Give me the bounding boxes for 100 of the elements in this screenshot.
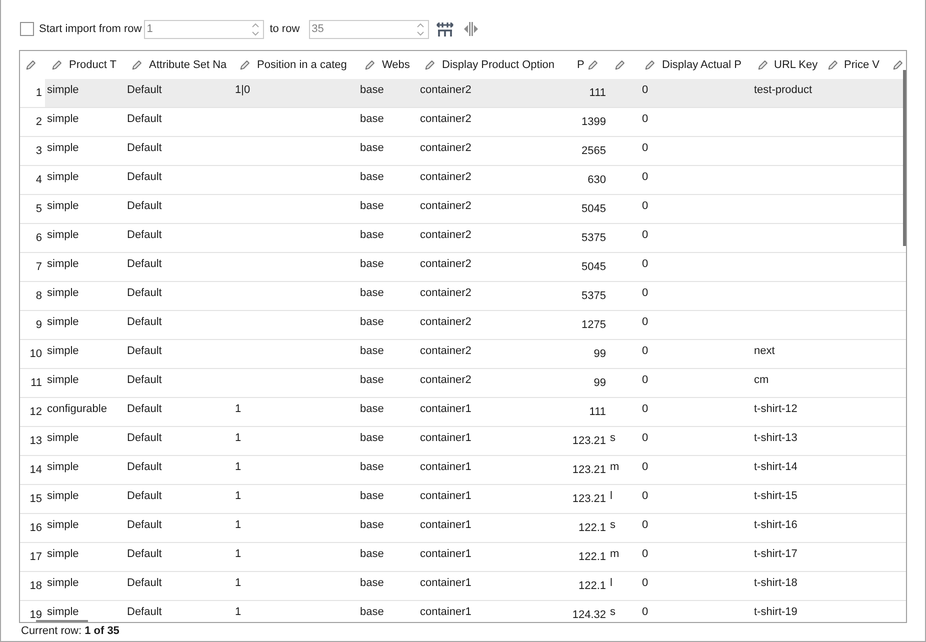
column-header[interactable]: Product T [69, 58, 116, 72]
table-cell: 0 [642, 432, 648, 444]
table-cell: t-shirt-17 [754, 548, 798, 560]
table-row[interactable]: 2 simple Default base container2 1399 0 [20, 108, 906, 137]
table-cell: simple [47, 577, 79, 589]
table-cell: container1 [420, 432, 472, 444]
table-cell: container1 [420, 490, 472, 502]
table-row[interactable]: 13 simple Default 1 base container1 123.21 s 0 t-shirt-13 [20, 427, 906, 456]
table-cell: s [610, 606, 616, 618]
pencil-icon[interactable] [758, 60, 768, 70]
row-number: 2 [36, 116, 42, 128]
table-cell: Default [127, 258, 162, 270]
table-cell: 99 [594, 377, 606, 389]
table-cell: configurable [47, 403, 107, 415]
table-cell: base [360, 432, 384, 444]
table-cell: m [610, 548, 620, 560]
table-cell: base [360, 374, 384, 386]
table-row[interactable]: 16 simple Default 1 base container1 122.1 s 0 t-shirt-16 [20, 514, 906, 543]
table-cell: 99 [594, 348, 606, 360]
column-header[interactable]: P [577, 58, 584, 72]
table-cell: simple [47, 171, 79, 183]
column-header[interactable]: Attribute Set Na [149, 58, 227, 72]
pencil-icon[interactable] [828, 60, 838, 70]
column-header[interactable]: Webs [382, 58, 410, 72]
table-cell: 123.21 [572, 493, 606, 505]
row-number: 11 [30, 377, 42, 389]
table-cell: Default [127, 490, 162, 502]
pencil-icon[interactable] [425, 60, 435, 70]
table-row[interactable]: 5 simple Default base container2 5045 0 [20, 195, 906, 224]
table-cell: simple [47, 229, 79, 241]
table-cell: 0 [642, 316, 648, 328]
table-cell: 1399 [582, 116, 606, 128]
column-header[interactable]: Display Actual P [662, 58, 742, 72]
table-row[interactable]: 11 simple Default base container2 99 0 cm [20, 369, 906, 398]
column-header[interactable]: Price V [844, 58, 880, 72]
pencil-icon[interactable] [365, 60, 375, 70]
column-width-icon[interactable] [436, 21, 454, 37]
table-cell: container2 [420, 200, 472, 212]
table-cell: base [360, 519, 384, 531]
table-cell: base [360, 490, 384, 502]
table-cell: 1 [235, 577, 242, 589]
start-import-label[interactable]: Start import from row [39, 22, 142, 36]
table-cell: container2 [420, 142, 472, 154]
pencil-icon[interactable] [893, 60, 903, 70]
table-cell: t-shirt-16 [754, 519, 798, 531]
column-header[interactable]: URL Key [774, 58, 818, 72]
table-cell: 0 [642, 461, 648, 473]
table-cell: simple [47, 258, 79, 270]
horizontal-scrollbar[interactable] [36, 620, 88, 622]
table-row[interactable]: 7 simple Default base container2 5045 0 [20, 253, 906, 282]
table-row[interactable]: 12 configurable Default 1 base container1 111 0 t-shirt-12 [20, 398, 906, 427]
table-cell: 0 [642, 229, 648, 241]
table-cell: t-shirt-19 [754, 606, 798, 618]
table-cell: 5375 [582, 232, 606, 244]
table-cell: base [360, 258, 384, 270]
pencil-icon[interactable] [26, 60, 36, 70]
column-header[interactable]: Display Product Option [442, 58, 554, 72]
start-import-checkbox[interactable] [20, 22, 34, 36]
column-header[interactable]: Position in a categ [257, 58, 347, 72]
pencil-icon[interactable] [240, 60, 250, 70]
row-number: 16 [30, 522, 42, 534]
pencil-icon[interactable] [52, 60, 62, 70]
table-cell: simple [47, 316, 79, 328]
table-row[interactable]: 4 simple Default base container2 630 0 [20, 166, 906, 195]
pencil-icon[interactable] [615, 60, 625, 70]
table-cell: 1 [235, 490, 242, 502]
row-number: 12 [30, 406, 42, 418]
split-columns-icon[interactable] [462, 21, 480, 37]
table-row[interactable]: 6 simple Default base container2 5375 0 [20, 224, 906, 253]
table-row[interactable]: 18 simple Default 1 base container1 122.1 l 0 t-shirt-18 [20, 572, 906, 601]
table-cell: Default [127, 287, 162, 299]
table-row[interactable]: 17 simple Default 1 base container1 122.1 m 0 t-shirt-17 [20, 543, 906, 572]
table-cell: simple [47, 142, 79, 154]
table-row[interactable]: 10 simple Default base container2 99 0 next [20, 340, 906, 369]
table-cell: 111 [589, 87, 606, 99]
table-cell: 0 [642, 171, 648, 183]
table-cell: 0 [642, 345, 648, 357]
vertical-scrollbar[interactable] [903, 70, 906, 246]
table-cell: container1 [420, 403, 472, 415]
pencil-icon[interactable] [132, 60, 142, 70]
table-row[interactable]: 8 simple Default base container2 5375 0 [20, 282, 906, 311]
table-cell: 1 [235, 519, 242, 531]
table-cell: container2 [420, 287, 472, 299]
table-cell: 1 [235, 548, 242, 560]
table-cell: Default [127, 171, 162, 183]
table-cell: container2 [420, 84, 472, 96]
table-row[interactable]: 14 simple Default 1 base container1 123.21 m 0 t-shirt-14 [20, 456, 906, 485]
table-row[interactable]: 9 simple Default base container2 1275 0 [20, 311, 906, 340]
table-row[interactable]: 15 simple Default 1 base container1 123.21 l 0 t-shirt-15 [20, 485, 906, 514]
table-cell: Default [127, 84, 162, 96]
table-cell: base [360, 316, 384, 328]
table-cell: simple [47, 490, 79, 502]
table-cell: container2 [420, 171, 472, 183]
table-cell: simple [47, 461, 79, 473]
table-row[interactable]: 1 simple Default 1|0 base container2 111 0 test-product [20, 79, 906, 108]
table-cell: container2 [420, 229, 472, 241]
table-cell: 1 [235, 461, 242, 473]
table-row[interactable]: 3 simple Default base container2 2565 0 [20, 137, 906, 166]
pencil-icon[interactable] [588, 60, 598, 70]
pencil-icon[interactable] [645, 60, 655, 70]
